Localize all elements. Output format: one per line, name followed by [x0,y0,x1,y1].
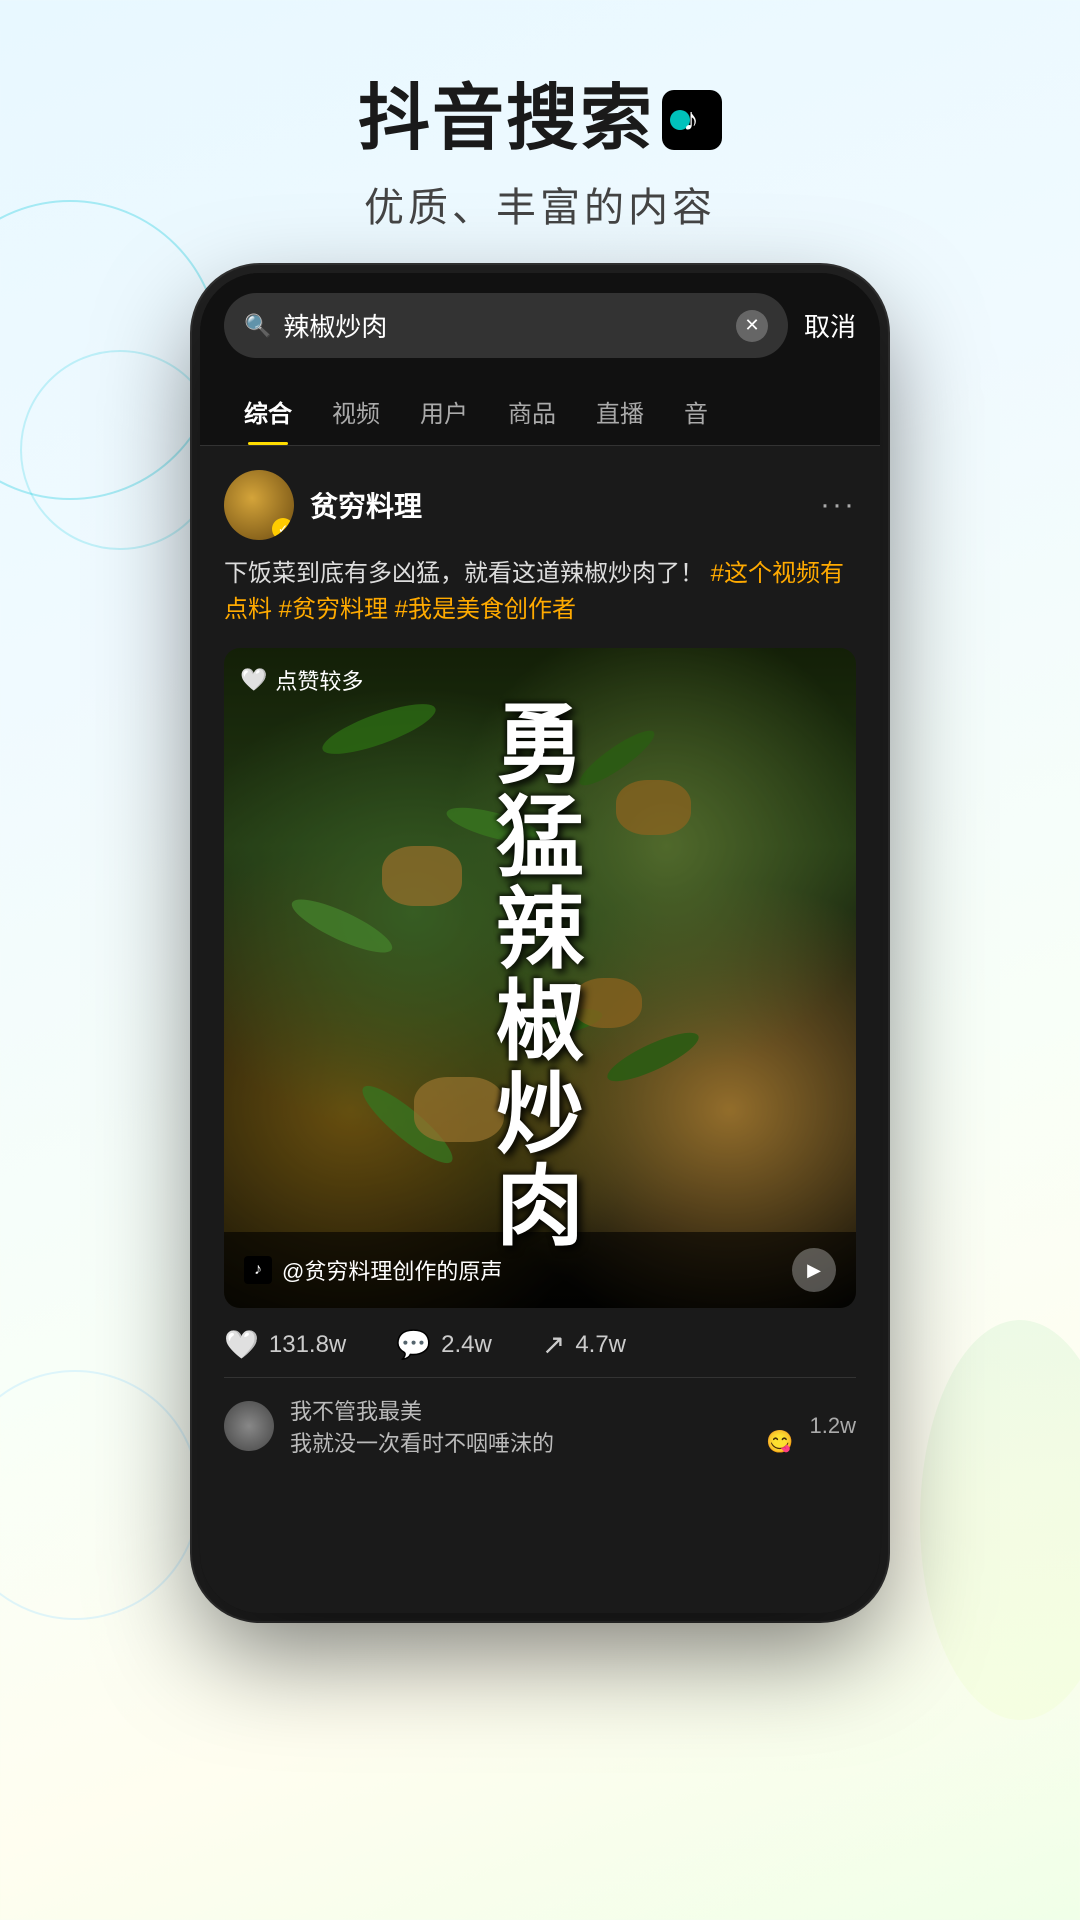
video-text-overlay: 勇猛辣椒炒肉 [496,701,584,1255]
post-caption: 下饭菜到底有多凶猛，就看这道辣椒炒肉了！ #这个视频有点料 #贫穷料理 #我是美… [224,556,856,628]
search-bar: 🔍 辣椒炒肉 ✕ 取消 [200,273,880,378]
search-icon: 🔍 [244,313,271,339]
search-cancel-button[interactable]: 取消 [804,307,856,344]
comments-count: 2.4w [441,1331,492,1359]
likes-badge-text: 点赞较多 [275,664,363,696]
comment-preview-section: 我不管我最美 我就没一次看时不咽唾沫的 😋 1.2w [224,1377,856,1458]
tiktok-logo-icon [662,90,722,150]
app-title: 抖音搜索 [0,80,1080,159]
share-stat-icon: ↗ [542,1328,565,1361]
commenter-avatar [224,1401,274,1451]
tab-综合[interactable]: 综合 [224,378,312,445]
heart-stat-icon: 🤍 [224,1328,259,1361]
tab-商品[interactable]: 商品 [488,378,576,445]
play-button[interactable]: ▶ [792,1248,836,1292]
likes-count: 131.8w [269,1331,346,1359]
search-clear-button[interactable]: ✕ [736,310,768,342]
comment-texts: 我不管我最美 我就没一次看时不咽唾沫的 😋 [290,1394,794,1458]
stats-row: 🤍 131.8w 💬 2.4w ↗ 4.7w [224,1308,856,1377]
tab-用户[interactable]: 用户 [400,378,488,445]
comment-1-text: 我不管我最美 [290,1394,794,1426]
smile-emoji: 😋 [766,1429,793,1455]
tab-直播[interactable]: 直播 [576,378,664,445]
comment-stat-icon: 💬 [396,1328,431,1361]
caption-text: 下饭菜到底有多凶猛，就看这道辣椒炒肉了！ [224,560,704,587]
comment-count-text: 1.2w [810,1413,856,1439]
author-name[interactable]: 贫穷料理 [310,485,422,525]
comments-stat[interactable]: 💬 2.4w [396,1328,492,1361]
video-chinese-text: 勇猛辣椒炒肉 [496,701,584,1255]
verified-badge-icon: ✓ [272,518,294,540]
audio-label-text: @贫穷料理创作的原声 [282,1254,502,1286]
tiktok-small-icon: ♪ [244,1256,272,1284]
phone-device: 🔍 辣椒炒肉 ✕ 取消 综合 视频 用户 商品 [200,273,880,1613]
tab-bar: 综合 视频 用户 商品 直播 音 [200,378,880,446]
search-query-text: 辣椒炒肉 [283,307,724,344]
more-options-button[interactable]: ··· [820,488,856,522]
heart-icon: 🤍 [240,667,267,693]
author-row: ✓ 贫穷料理 ··· [224,470,856,540]
header-subtitle: 优质、丰富的内容 [0,175,1080,233]
comment-2-text: 我就没一次看时不咽唾沫的 [290,1426,758,1458]
search-input-container[interactable]: 🔍 辣椒炒肉 ✕ [224,293,788,358]
likes-stat[interactable]: 🤍 131.8w [224,1328,346,1361]
video-thumbnail[interactable]: 🤍 点赞较多 勇猛辣椒炒肉 ♪ @贫穷料理创作的原声 [224,648,856,1308]
comment-2-row: 我就没一次看时不咽唾沫的 😋 [290,1426,794,1458]
audio-info: ♪ @贫穷料理创作的原声 [244,1254,502,1286]
shares-count: 4.7w [575,1331,626,1359]
shares-stat[interactable]: ↗ 4.7w [542,1328,626,1361]
tab-音[interactable]: 音 [664,378,728,445]
phone-screen: 🔍 辣椒炒肉 ✕ 取消 综合 视频 用户 商品 [200,273,880,1613]
author-info: ✓ 贫穷料理 [224,470,422,540]
title-text: 抖音搜索 [358,80,654,159]
likes-badge: 🤍 点赞较多 [240,664,363,696]
avatar: ✓ [224,470,294,540]
tab-视频[interactable]: 视频 [312,378,400,445]
phone-wrapper: 🔍 辣椒炒肉 ✕ 取消 综合 视频 用户 商品 [0,273,1080,1613]
search-results-content: ✓ 贫穷料理 ··· 下饭菜到底有多凶猛，就看这道辣椒炒肉了！ #这个视频有点料… [200,446,880,1482]
header-section: 抖音搜索 优质、丰富的内容 [0,0,1080,273]
